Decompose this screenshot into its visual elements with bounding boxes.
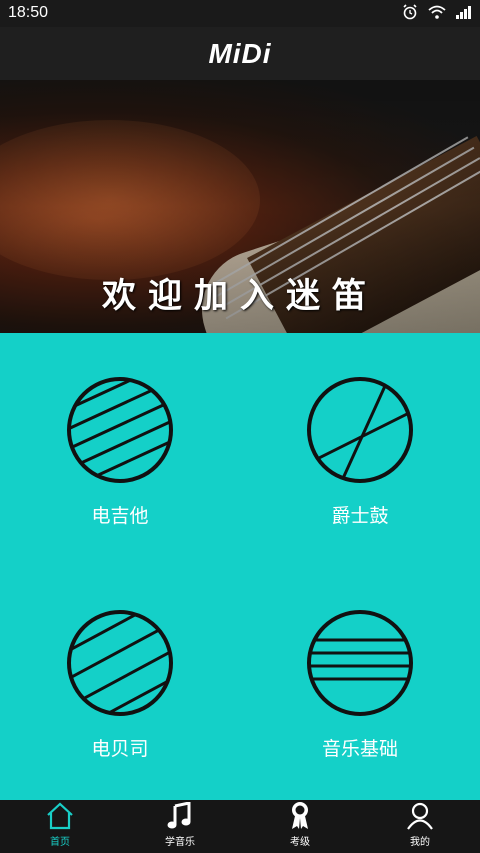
staff-lines-icon: [307, 610, 413, 716]
tile-label: 电贝司: [91, 738, 149, 760]
app-logo: MiDi: [208, 37, 272, 69]
tile-electric-guitar[interactable]: 电吉他: [0, 375, 240, 528]
tab-label: 学音乐: [165, 837, 195, 848]
tab-label: 我的: [410, 837, 430, 848]
tile-jazz-drum[interactable]: 爵士鼓: [240, 375, 480, 528]
signal-icon: [456, 6, 471, 19]
banner-title: 欢迎加入迷笛: [102, 276, 378, 316]
tab-exam[interactable]: 考级: [240, 800, 360, 853]
banner-carousel[interactable]: 欢迎加入迷笛: [0, 80, 480, 333]
bass-strings-icon: [67, 610, 173, 716]
tab-label: 首页: [50, 837, 70, 848]
app-header: MiDi: [0, 27, 480, 80]
wifi-icon: [428, 5, 446, 19]
bottom-tab-bar: 首页 学音乐 考级 我的: [0, 800, 480, 853]
instrument-grid: 电吉他 爵士鼓 电贝司 音乐基础: [0, 333, 480, 800]
tile-label: 电吉他: [91, 505, 149, 527]
tile-music-basics[interactable]: 音乐基础: [240, 608, 480, 761]
tab-learn-music[interactable]: 学音乐: [120, 800, 240, 853]
tile-label: 音乐基础: [321, 738, 398, 760]
user-icon: [407, 802, 433, 830]
tile-electric-bass[interactable]: 电贝司: [0, 608, 240, 761]
status-time: 18:50: [8, 4, 49, 21]
tab-label: 考级: [290, 837, 310, 848]
award-ribbon-icon: [292, 802, 308, 829]
tab-profile[interactable]: 我的: [360, 800, 480, 853]
tile-label: 爵士鼓: [331, 505, 389, 527]
status-bar: 18:50: [0, 0, 480, 27]
electric-guitar-strings-icon: [67, 377, 173, 483]
alarm-icon: [403, 4, 417, 20]
home-icon: [47, 802, 73, 830]
status-icons: [402, 4, 472, 20]
tab-home[interactable]: 首页: [0, 800, 120, 853]
music-note-icon: [167, 802, 191, 829]
drum-cross-icon: [307, 377, 413, 483]
